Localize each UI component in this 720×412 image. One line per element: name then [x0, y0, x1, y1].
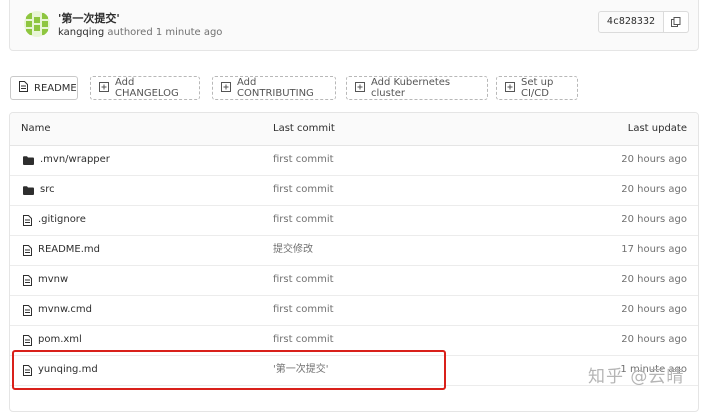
header-last-commit: Last commit [273, 123, 335, 134]
file-name-link[interactable]: .mvn/wrapper [40, 145, 110, 175]
header-last-update: Last update [627, 123, 687, 134]
file-name-link[interactable]: src [40, 175, 55, 205]
avatar[interactable] [24, 11, 50, 37]
commit-author[interactable]: kangqing [58, 27, 104, 38]
copy-icon [671, 17, 681, 27]
file-icon [23, 304, 32, 316]
add-kubernetes-label: Add Kubernetes cluster [371, 77, 451, 99]
commit-message-link[interactable]: first commit [273, 265, 334, 295]
file-icon [23, 334, 32, 346]
last-update: 17 hours ago [621, 244, 687, 255]
plus-square-icon [221, 81, 231, 95]
commit-message-link[interactable]: 提交修改 [273, 235, 313, 265]
table-row[interactable]: mvnw first commit 20 hours ago [10, 265, 698, 296]
copy-sha-button[interactable] [664, 11, 689, 33]
last-update: 20 hours ago [621, 184, 687, 195]
table-row[interactable]: README.md 提交修改 17 hours ago [10, 235, 698, 266]
folder-icon [23, 155, 34, 165]
last-update: 20 hours ago [621, 214, 687, 225]
last-update: 20 hours ago [621, 334, 687, 345]
file-name-link[interactable]: mvnw [38, 265, 68, 295]
commit-message-link[interactable]: first commit [273, 295, 334, 325]
table-row[interactable]: src first commit 20 hours ago [10, 175, 698, 206]
table-row[interactable]: .mvn/wrapper first commit 20 hours ago [10, 145, 698, 176]
file-name-link[interactable]: .gitignore [38, 205, 86, 235]
file-icon [23, 244, 32, 256]
add-changelog-label: Add CHANGELOG [115, 77, 179, 99]
commit-title[interactable]: '第一次提交' [58, 10, 120, 26]
last-update: 20 hours ago [621, 154, 687, 165]
commit-message-link[interactable]: first commit [273, 175, 334, 205]
commit-message-link[interactable]: first commit [273, 205, 334, 235]
commit-time: authored 1 minute ago [104, 27, 223, 38]
highlight-annotation-box [12, 350, 446, 390]
commit-message-link[interactable]: first commit [273, 145, 334, 175]
readme-button[interactable]: README [10, 76, 78, 100]
commit-meta: kangqing authored 1 minute ago [58, 27, 222, 38]
table-row[interactable]: mvnw.cmd first commit 20 hours ago [10, 295, 698, 326]
file-icon [23, 274, 32, 286]
table-row[interactable]: .gitignore first commit 20 hours ago [10, 205, 698, 236]
add-contributing-button[interactable]: Add CONTRIBUTING [212, 76, 336, 100]
add-changelog-button[interactable]: Add CHANGELOG [90, 76, 200, 100]
file-icon [19, 81, 28, 95]
setup-cicd-label: Set up CI/CD [521, 77, 554, 99]
last-update: 20 hours ago [621, 304, 687, 315]
folder-icon [23, 185, 34, 195]
watermark-text: 知乎 @云晴 [588, 367, 685, 387]
plus-square-icon [505, 81, 515, 95]
readme-button-label: README [34, 82, 77, 94]
header-name: Name [21, 123, 51, 134]
commit-sha[interactable]: 4c828332 [597, 11, 664, 33]
plus-square-icon [355, 81, 365, 95]
plus-square-icon [99, 81, 109, 95]
last-update: 20 hours ago [621, 274, 687, 285]
add-contributing-label: Add CONTRIBUTING [237, 77, 314, 99]
commit-sha-group: 4c828332 [597, 11, 689, 33]
file-name-link[interactable]: README.md [38, 235, 100, 265]
add-kubernetes-cluster-button[interactable]: Add Kubernetes cluster [346, 76, 488, 100]
setup-cicd-button[interactable]: Set up CI/CD [496, 76, 578, 100]
file-name-link[interactable]: mvnw.cmd [38, 295, 92, 325]
table-header: Name Last commit Last update [10, 113, 698, 146]
latest-commit-box: '第一次提交' kangqing authored 1 minute ago 4… [9, 0, 699, 51]
file-icon [23, 214, 32, 226]
